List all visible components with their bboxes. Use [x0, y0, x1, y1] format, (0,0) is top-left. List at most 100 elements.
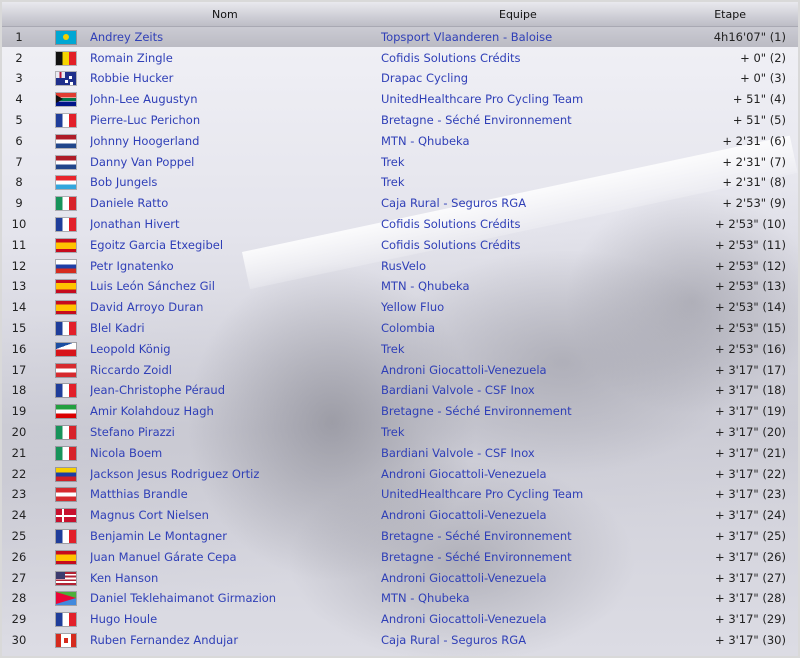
rider-name-link[interactable]: David Arroyo Duran [90, 300, 203, 314]
rider-name-link[interactable]: Bob Jungels [90, 175, 157, 189]
stage-time-cell: + 2'53" (12) [715, 258, 786, 273]
team-name-link[interactable]: UnitedHealthcare Pro Cycling Team [381, 92, 583, 106]
team-name-link[interactable]: Trek [381, 342, 405, 356]
team-name-link[interactable]: Androni Giocattoli-Venezuela [381, 571, 547, 585]
rider-name-link[interactable]: Pierre-Luc Perichon [90, 113, 200, 127]
team-name-link[interactable]: Caja Rural - Seguros RGA [381, 633, 526, 647]
team-name-link[interactable]: Cofidis Solutions Crédits [381, 51, 521, 65]
flag-cell [36, 401, 90, 422]
rider-name-link[interactable]: Jonathan Hivert [90, 217, 180, 231]
rider-name-link[interactable]: Danny Van Poppel [90, 155, 194, 169]
rider-name-link[interactable]: Magnus Cort Nielsen [90, 508, 209, 522]
rider-name-link[interactable]: Benjamin Le Montagner [90, 529, 227, 543]
rider-name-link[interactable]: Petr Ignatenko [90, 259, 174, 273]
nom-column-header[interactable]: Nom [90, 2, 381, 27]
rider-name-link[interactable]: Romain Zingle [90, 51, 173, 65]
stage-time-cell: + 3'17" (26) [715, 549, 786, 564]
flag-cell [36, 130, 90, 151]
stage-time-cell: 4h16'07" (1) [713, 30, 786, 45]
team-name-link[interactable]: Androni Giocattoli-Venezuela [381, 467, 547, 481]
rider-name-link[interactable]: Jean-Christophe Péraud [90, 383, 225, 397]
stage-time-cell: + 2'53" (11) [715, 237, 786, 252]
team-name-link[interactable]: MTN - Qhubeka [381, 134, 470, 148]
team-name-link[interactable]: Bretagne - Séché Environnement [381, 550, 572, 564]
team-name-link[interactable]: Topsport Vlaanderen - Baloise [381, 30, 552, 44]
rider-name-cell: Pierre-Luc Perichon [90, 110, 381, 131]
rank-cell: 11 [11, 237, 27, 252]
team-name-link[interactable]: Bretagne - Séché Environnement [381, 529, 572, 543]
stage-time-cell: + 3'17" (24) [715, 508, 786, 523]
rider-name-link[interactable]: Stefano Pirazzi [90, 425, 175, 439]
rank-cell: 18 [11, 383, 27, 398]
team-name-link[interactable]: Trek [381, 425, 405, 439]
team-name-link[interactable]: MTN - Qhubeka [381, 591, 470, 605]
team-cell: Androni Giocattoli-Venezuela [381, 463, 655, 484]
rider-name-link[interactable]: Amir Kolahdouz Hagh [90, 404, 214, 418]
rank-cell: 6 [15, 133, 23, 148]
rank-cell: 10 [11, 217, 27, 232]
rider-name-link[interactable]: John-Lee Augustyn [90, 92, 198, 106]
team-name-link[interactable]: MTN - Qhubeka [381, 279, 470, 293]
team-name-link[interactable]: Bretagne - Séché Environnement [381, 113, 572, 127]
stage-time-cell: + 3'17" (28) [715, 591, 786, 606]
table-row: 8 Bob Jungels Trek + 2'31" (8) [2, 172, 798, 193]
rider-name-link[interactable]: Juan Manuel Gárate Cepa [90, 550, 237, 564]
table-row: 1 Andrey Zeits Topsport Vlaanderen - Baloi… [2, 26, 798, 48]
rider-name-link[interactable]: Matthias Brandle [90, 487, 188, 501]
table-row: 19 Amir Kolahdouz Hagh Bretagne - Séché En… [2, 401, 798, 422]
flag-cell [36, 630, 90, 651]
rider-name-link[interactable]: Daniel Teklehaimanot Girmazion [90, 591, 276, 605]
rider-name-link[interactable]: Leopold König [90, 342, 171, 356]
stage-time-cell: + 0" (2) [740, 50, 786, 65]
team-name-link[interactable]: Trek [381, 175, 405, 189]
team-name-link[interactable]: Cofidis Solutions Crédits [381, 238, 521, 252]
team-name-link[interactable]: Colombia [381, 321, 435, 335]
rider-name-link[interactable]: Jackson Jesus Rodriguez Ortiz [90, 467, 259, 481]
rank-cell: 21 [11, 445, 27, 460]
rank-cell: 2 [15, 50, 23, 65]
rider-name-link[interactable]: Egoitz Garcia Etxegibel [90, 238, 223, 252]
team-cell: Androni Giocattoli-Venezuela [381, 359, 655, 380]
team-name-link[interactable]: Caja Rural - Seguros RGA [381, 196, 526, 210]
rider-name-link[interactable]: Ken Hanson [90, 571, 158, 585]
etape-column-header[interactable]: Etape [655, 2, 798, 27]
flag-column-header [36, 2, 90, 27]
rider-name-link[interactable]: Daniele Ratto [90, 196, 168, 210]
team-name-link[interactable]: Androni Giocattoli-Venezuela [381, 612, 547, 626]
rider-name-link[interactable]: Riccardo Zoidl [90, 363, 172, 377]
equipe-column-header[interactable]: Equipe [381, 2, 655, 27]
rider-name-cell: Daniele Ratto [90, 193, 381, 214]
rider-name-cell: Matthias Brandle [90, 484, 381, 505]
flag-cell [36, 484, 90, 505]
team-name-link[interactable]: Androni Giocattoli-Venezuela [381, 363, 547, 377]
rider-name-link[interactable]: Johnny Hoogerland [90, 134, 199, 148]
team-name-link[interactable]: Bardiani Valvole - CSF Inox [381, 446, 535, 460]
team-name-link[interactable]: Androni Giocattoli-Venezuela [381, 508, 547, 522]
rider-name-link[interactable]: Blel Kadri [90, 321, 145, 335]
team-name-link[interactable]: Trek [381, 155, 405, 169]
table-row: 22 Jackson Jesus Rodriguez Ortiz Androni G… [2, 463, 798, 484]
rider-name-cell: Amir Kolahdouz Hagh [90, 401, 381, 422]
flag-cell [36, 380, 90, 401]
team-name-link[interactable]: Drapac Cycling [381, 71, 468, 85]
table-row: 6 Johnny Hoogerland MTN - Qhubeka + 2'31" (… [2, 130, 798, 151]
rider-name-link[interactable]: Robbie Hucker [90, 71, 173, 85]
team-name-link[interactable]: Bretagne - Séché Environnement [381, 404, 572, 418]
stage-time-cell: + 3'17" (20) [715, 425, 786, 440]
rider-name-link[interactable]: Nicola Boem [90, 446, 162, 460]
at-flag-icon [56, 363, 76, 377]
rank-column-header [2, 2, 36, 27]
team-name-link[interactable]: Yellow Fluo [381, 300, 444, 314]
team-name-link[interactable]: RusVelo [381, 259, 426, 273]
rider-name-link[interactable]: Ruben Fernandez Andujar [90, 633, 238, 647]
rider-name-link[interactable]: Hugo Houle [90, 612, 157, 626]
team-cell: Bretagne - Séché Environnement [381, 526, 655, 547]
team-name-link[interactable]: Bardiani Valvole - CSF Inox [381, 383, 535, 397]
team-name-link[interactable]: Cofidis Solutions Crédits [381, 217, 521, 231]
rider-name-link[interactable]: Andrey Zeits [90, 30, 163, 44]
table-row: 5 Pierre-Luc Perichon Bretagne - Séché Env… [2, 110, 798, 131]
team-name-link[interactable]: UnitedHealthcare Pro Cycling Team [381, 487, 583, 501]
rider-name-link[interactable]: Luis León Sánchez Gil [90, 279, 215, 293]
results-panel: Nom Equipe Etape 1 Andrey Zeits Topsport V… [0, 0, 800, 658]
rider-name-cell: Ken Hanson [90, 567, 381, 588]
